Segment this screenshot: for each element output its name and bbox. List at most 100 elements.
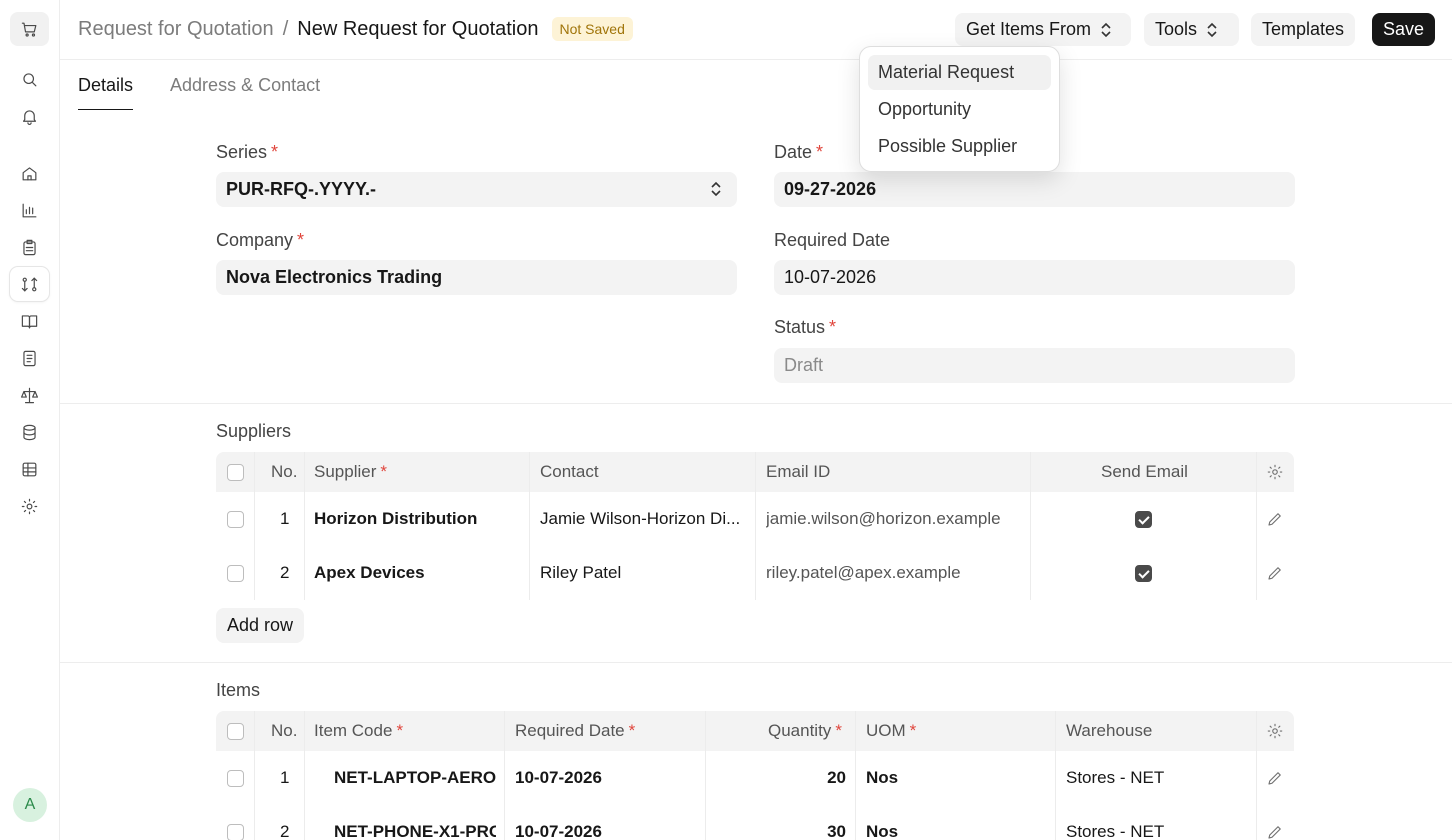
col-required-date: Required Date *	[515, 711, 635, 751]
suppliers-table: No. Supplier * Contact Email ID Send Emai…	[216, 452, 1294, 600]
item-code-cell[interactable]: NET-LAPTOP-AERO1	[334, 751, 496, 805]
edit-pencil-icon[interactable]	[1266, 751, 1284, 805]
item-code-cell[interactable]: NET-PHONE-X1-PRO	[334, 805, 496, 840]
tab-details[interactable]: Details	[78, 75, 134, 110]
uom-cell[interactable]: Nos	[866, 751, 898, 805]
database-icon[interactable]	[10, 415, 49, 449]
col-required-date-text: Required Date	[515, 721, 625, 740]
row-checkbox[interactable]	[227, 546, 244, 600]
company-value: Nova Electronics Trading	[226, 267, 443, 287]
gear-icon[interactable]	[1266, 711, 1284, 751]
get-items-from-dropdown: Material Request Opportunity Possible Su…	[859, 46, 1060, 172]
add-row-button[interactable]: Add row	[216, 608, 305, 643]
chart-icon[interactable]	[10, 193, 49, 227]
app-logo-cart-icon[interactable]	[10, 12, 49, 46]
select-all-checkbox[interactable]	[227, 452, 244, 492]
edit-pencil-icon[interactable]	[1266, 492, 1284, 546]
tools-button[interactable]: Tools	[1144, 13, 1239, 46]
save-button[interactable]: Save	[1372, 13, 1436, 46]
status-label-text: Status	[774, 317, 826, 337]
select-all-checkbox[interactable]	[227, 711, 244, 751]
status-badge: Not Saved	[551, 17, 633, 41]
send-email-checkbox[interactable]	[1135, 492, 1152, 546]
row-no: 2	[280, 563, 290, 582]
breadcrumb: Request for Quotation / New Request for …	[78, 17, 633, 41]
required-marker: *	[271, 142, 279, 162]
table-grid-icon[interactable]	[10, 452, 49, 486]
quantity-cell[interactable]: 20	[705, 751, 846, 805]
contact-cell[interactable]: Jamie Wilson-Horizon Di...	[540, 492, 750, 546]
warehouse-cell[interactable]: Stores - NET	[1066, 751, 1164, 805]
row-checkbox[interactable]	[227, 751, 244, 805]
row-no: 1	[280, 768, 290, 787]
uom-cell[interactable]: Nos	[866, 805, 898, 840]
scale-icon[interactable]	[10, 378, 49, 412]
status-field: Draft	[774, 348, 1295, 383]
required-marker: *	[829, 317, 837, 337]
settings-gear-icon[interactable]	[10, 489, 49, 523]
avatar-letter: A	[24, 796, 36, 813]
notification-bell-icon[interactable]	[10, 99, 49, 133]
tab-address-contact[interactable]: Address & Contact	[170, 75, 320, 110]
required-marker: *	[396, 721, 404, 740]
col-item-code: Item Code *	[314, 711, 403, 751]
col-quantity-text: Quantity	[768, 721, 832, 740]
table-row[interactable]: 1 NET-LAPTOP-AERO1 10-07-2026 20 Nos Sto…	[216, 751, 1294, 805]
home-icon[interactable]	[10, 156, 49, 190]
row-no: 2	[280, 822, 290, 840]
company-field[interactable]: Nova Electronics Trading	[216, 260, 737, 295]
templates-button[interactable]: Templates	[1251, 13, 1356, 46]
table-row[interactable]: 2 NET-PHONE-X1-PRO 10-07-2026 30 Nos Sto…	[216, 805, 1294, 840]
gear-icon[interactable]	[1266, 452, 1284, 492]
save-label: Save	[1383, 19, 1425, 39]
required-date-cell[interactable]: 10-07-2026	[515, 751, 602, 805]
supplier-cell[interactable]: Apex Devices	[314, 546, 425, 600]
menu-item-material-request[interactable]: Material Request	[868, 55, 1051, 90]
col-no: No.	[271, 462, 298, 481]
buying-workflow-icon[interactable]	[10, 267, 49, 301]
date-field[interactable]: 09-27-2026	[774, 172, 1295, 207]
table-row[interactable]: 1 Horizon Distribution Jamie Wilson-Hori…	[216, 492, 1294, 546]
edit-pencil-icon[interactable]	[1266, 805, 1284, 840]
chevron-updown-icon	[1205, 21, 1219, 39]
section-divider	[60, 403, 1452, 404]
col-no: No.	[271, 721, 298, 740]
clipboard-icon[interactable]	[10, 230, 49, 264]
search-icon[interactable]	[10, 62, 49, 96]
table-row[interactable]: 2 Apex Devices Riley Patel riley.patel@a…	[216, 546, 1294, 600]
required-date-label: Required Date	[774, 230, 890, 251]
email-cell[interactable]: jamie.wilson@horizon.example	[766, 492, 1001, 546]
edit-pencil-icon[interactable]	[1266, 546, 1284, 600]
quantity-cell[interactable]: 30	[705, 805, 846, 840]
menu-item-possible-supplier[interactable]: Possible Supplier	[868, 129, 1051, 164]
required-marker: *	[628, 721, 636, 740]
send-email-checkbox[interactable]	[1135, 546, 1152, 600]
row-checkbox[interactable]	[227, 805, 244, 840]
book-icon[interactable]	[10, 304, 49, 338]
warehouse-cell[interactable]: Stores - NET	[1066, 805, 1164, 840]
required-date-field[interactable]: 10-07-2026	[774, 260, 1295, 295]
tab-bar: Details Address & Contact	[78, 75, 320, 110]
breadcrumb-parent-link[interactable]: Request for Quotation	[78, 18, 274, 41]
col-uom-text: UOM	[866, 721, 906, 740]
status-label: Status *	[774, 317, 836, 338]
items-table-header: No. Item Code * Required Date * Quantity * …	[216, 711, 1294, 751]
col-supplier: Supplier *	[314, 452, 387, 492]
col-warehouse: Warehouse	[1066, 721, 1153, 740]
user-avatar[interactable]: A	[13, 788, 47, 822]
series-select[interactable]: PUR-RFQ-.YYYY.-	[216, 172, 737, 207]
contact-cell[interactable]: Riley Patel	[540, 546, 621, 600]
get-items-from-button[interactable]: Get Items From	[955, 13, 1131, 46]
date-label-text: Date	[774, 142, 813, 162]
suppliers-table-header: No. Supplier * Contact Email ID Send Emai…	[216, 452, 1294, 492]
document-list-icon[interactable]	[10, 341, 49, 375]
series-label-text: Series	[216, 142, 268, 162]
row-checkbox[interactable]	[227, 492, 244, 546]
col-item-code-text: Item Code	[314, 721, 393, 740]
required-date-value: 10-07-2026	[784, 267, 877, 287]
supplier-cell[interactable]: Horizon Distribution	[314, 492, 477, 546]
email-cell[interactable]: riley.patel@apex.example	[766, 546, 961, 600]
required-date-cell[interactable]: 10-07-2026	[515, 805, 602, 840]
breadcrumb-separator: /	[282, 17, 289, 40]
menu-item-opportunity[interactable]: Opportunity	[868, 92, 1051, 127]
